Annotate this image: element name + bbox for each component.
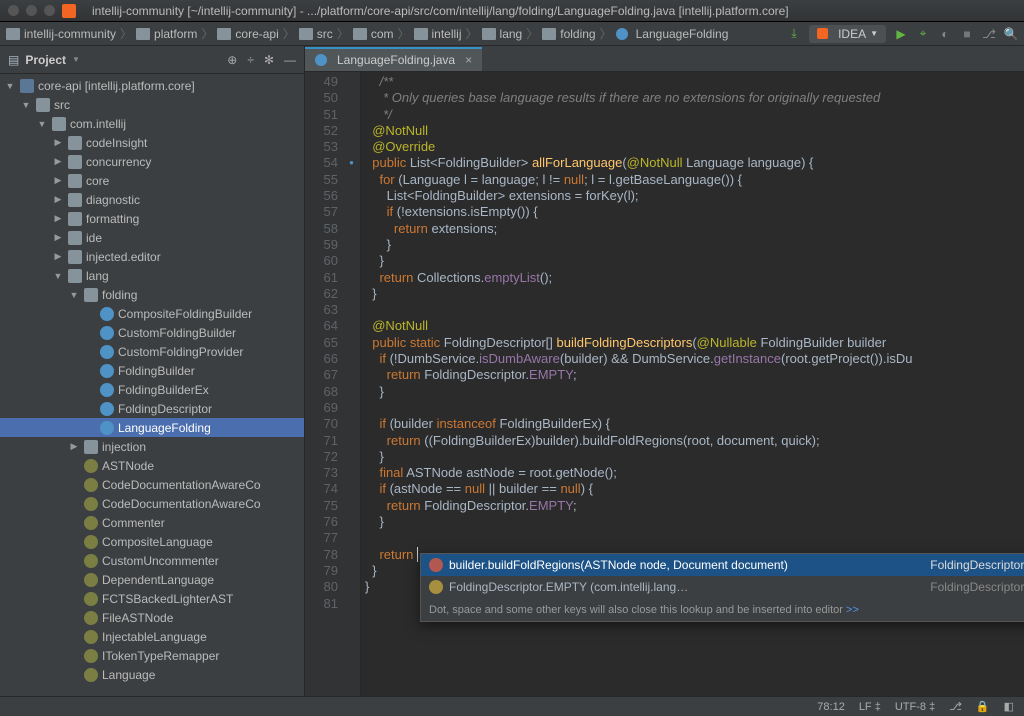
completion-item[interactable]: builder.buildFoldRegions(ASTNode node, D… bbox=[421, 554, 1024, 576]
traffic-min-icon[interactable] bbox=[26, 5, 37, 16]
caret-position[interactable]: 78:12 bbox=[817, 701, 845, 713]
tree-item[interactable]: LanguageFolding bbox=[0, 418, 304, 437]
tree-item[interactable]: CustomFoldingProvider bbox=[0, 342, 304, 361]
breadcrumb-item[interactable]: folding bbox=[542, 27, 595, 41]
breadcrumb-item[interactable]: src bbox=[299, 27, 333, 41]
run-config-select[interactable]: IDEA ▼ bbox=[809, 25, 886, 43]
sidebar-title: Project bbox=[25, 53, 66, 67]
tree-item[interactable]: DependentLanguage bbox=[0, 570, 304, 589]
mem-icon[interactable]: ◧ bbox=[1004, 700, 1014, 713]
class-icon bbox=[315, 54, 327, 66]
tree-item[interactable]: FileASTNode bbox=[0, 608, 304, 627]
completion-popup[interactable]: builder.buildFoldRegions(ASTNode node, D… bbox=[420, 553, 1024, 622]
tree-item[interactable]: CodeDocumentationAwareCo bbox=[0, 475, 304, 494]
dropdown-icon[interactable]: ▼ bbox=[72, 55, 80, 64]
tree-item[interactable]: Language bbox=[0, 665, 304, 684]
tree-item[interactable]: concurrency bbox=[0, 152, 304, 171]
divide-icon[interactable]: ÷ bbox=[247, 53, 254, 67]
tree-item[interactable]: lang bbox=[0, 266, 304, 285]
tree-item[interactable]: core-api [intellij.platform.core] bbox=[0, 76, 304, 95]
breadcrumb-item[interactable]: intellij-community bbox=[6, 27, 116, 41]
tree-item[interactable]: ide bbox=[0, 228, 304, 247]
run-icon[interactable]: ▶ bbox=[894, 27, 908, 41]
breadcrumb-item[interactable]: platform bbox=[136, 27, 197, 41]
tree-item[interactable]: folding bbox=[0, 285, 304, 304]
editor: LanguageFolding.java × 49505152535455565… bbox=[305, 46, 1024, 696]
stop-icon[interactable]: ■ bbox=[960, 27, 974, 41]
tree-item[interactable]: injected.editor bbox=[0, 247, 304, 266]
project-icon: ▤ bbox=[8, 53, 19, 67]
project-sidebar: ▤ Project ▼ ⊕ ÷ ✻ — core-api [intellij.p… bbox=[0, 46, 305, 696]
popup-hint: Dot, space and some other keys will also… bbox=[421, 599, 1024, 621]
tree-item[interactable]: FoldingBuilderEx bbox=[0, 380, 304, 399]
nav-bar: intellij-community〉platform〉core-api〉src… bbox=[0, 22, 1024, 46]
tree-item[interactable]: codeInsight bbox=[0, 133, 304, 152]
tree-item[interactable]: CustomUncommenter bbox=[0, 551, 304, 570]
tree-item[interactable]: injection bbox=[0, 437, 304, 456]
tree-item[interactable]: CompositeFoldingBuilder bbox=[0, 304, 304, 323]
tree-item[interactable]: Commenter bbox=[0, 513, 304, 532]
tree-item[interactable]: FoldingBuilder bbox=[0, 361, 304, 380]
tab-languagefolding[interactable]: LanguageFolding.java × bbox=[305, 47, 482, 71]
tree-item[interactable]: ITokenTypeRemapper bbox=[0, 646, 304, 665]
breadcrumb-item[interactable]: com bbox=[353, 27, 394, 41]
gutter[interactable]: 4950515253545556575859606162636465666768… bbox=[305, 72, 361, 696]
tree-item[interactable]: diagnostic bbox=[0, 190, 304, 209]
build-icon[interactable]: ⤓ bbox=[787, 27, 801, 41]
tree-item[interactable]: InjectableLanguage bbox=[0, 627, 304, 646]
tree-item[interactable]: ASTNode bbox=[0, 456, 304, 475]
status-bar: 78:12 LF ‡ UTF-8 ‡ ⎇ 🔒 ◧ bbox=[0, 696, 1024, 716]
completion-item[interactable]: FoldingDescriptor.EMPTY (com.intellij.la… bbox=[421, 576, 1024, 598]
readonly-icon[interactable]: 🔒 bbox=[976, 700, 990, 713]
tab-label: LanguageFolding.java bbox=[337, 53, 455, 67]
close-icon[interactable]: × bbox=[465, 53, 472, 67]
git-status-icon[interactable]: ⎇ bbox=[949, 700, 962, 713]
debug-icon[interactable]: ⌖ bbox=[916, 27, 930, 41]
tree-item[interactable]: CodeDocumentationAwareCo bbox=[0, 494, 304, 513]
sidebar-header: ▤ Project ▼ ⊕ ÷ ✻ — bbox=[0, 46, 304, 74]
tree-item[interactable]: core bbox=[0, 171, 304, 190]
breadcrumb-item[interactable]: intellij bbox=[414, 27, 462, 41]
project-tree[interactable]: core-api [intellij.platform.core]srccom.… bbox=[0, 74, 304, 696]
window-title: intellij-community [~/intellij-community… bbox=[92, 4, 789, 18]
breadcrumb-item[interactable]: lang bbox=[482, 27, 523, 41]
coverage-icon[interactable]: ◐ bbox=[938, 27, 952, 41]
tree-item[interactable]: FCTSBackedLighterAST bbox=[0, 589, 304, 608]
app-icon bbox=[62, 4, 76, 18]
gear-icon[interactable]: ✻ bbox=[264, 53, 274, 67]
collapse-icon[interactable]: ⊕ bbox=[227, 53, 237, 67]
breadcrumb[interactable]: intellij-community〉platform〉core-api〉src… bbox=[6, 25, 728, 42]
editor-tabs: LanguageFolding.java × bbox=[305, 46, 1024, 72]
git-icon[interactable]: ⎇ bbox=[982, 27, 996, 41]
hide-icon[interactable]: — bbox=[284, 53, 296, 67]
tree-item[interactable]: FoldingDescriptor bbox=[0, 399, 304, 418]
code-area[interactable]: 4950515253545556575859606162636465666768… bbox=[305, 72, 1024, 696]
encoding[interactable]: UTF-8 ‡ bbox=[895, 701, 935, 713]
popup-hint-link[interactable]: >> bbox=[846, 604, 859, 616]
run-config-label: IDEA bbox=[838, 27, 866, 41]
tree-item[interactable]: formatting bbox=[0, 209, 304, 228]
tree-item[interactable]: CustomFoldingBuilder bbox=[0, 323, 304, 342]
tree-item[interactable]: CompositeLanguage bbox=[0, 532, 304, 551]
breadcrumb-item[interactable]: LanguageFolding bbox=[616, 27, 729, 41]
window-titlebar: intellij-community [~/intellij-community… bbox=[0, 0, 1024, 22]
tree-item[interactable]: src bbox=[0, 95, 304, 114]
tree-item[interactable]: com.intellij bbox=[0, 114, 304, 133]
traffic-close-icon[interactable] bbox=[8, 5, 19, 16]
traffic-max-icon[interactable] bbox=[44, 5, 55, 16]
breadcrumb-item[interactable]: core-api bbox=[217, 27, 278, 41]
line-sep[interactable]: LF ‡ bbox=[859, 701, 881, 713]
search-icon[interactable]: 🔍 bbox=[1004, 27, 1018, 41]
